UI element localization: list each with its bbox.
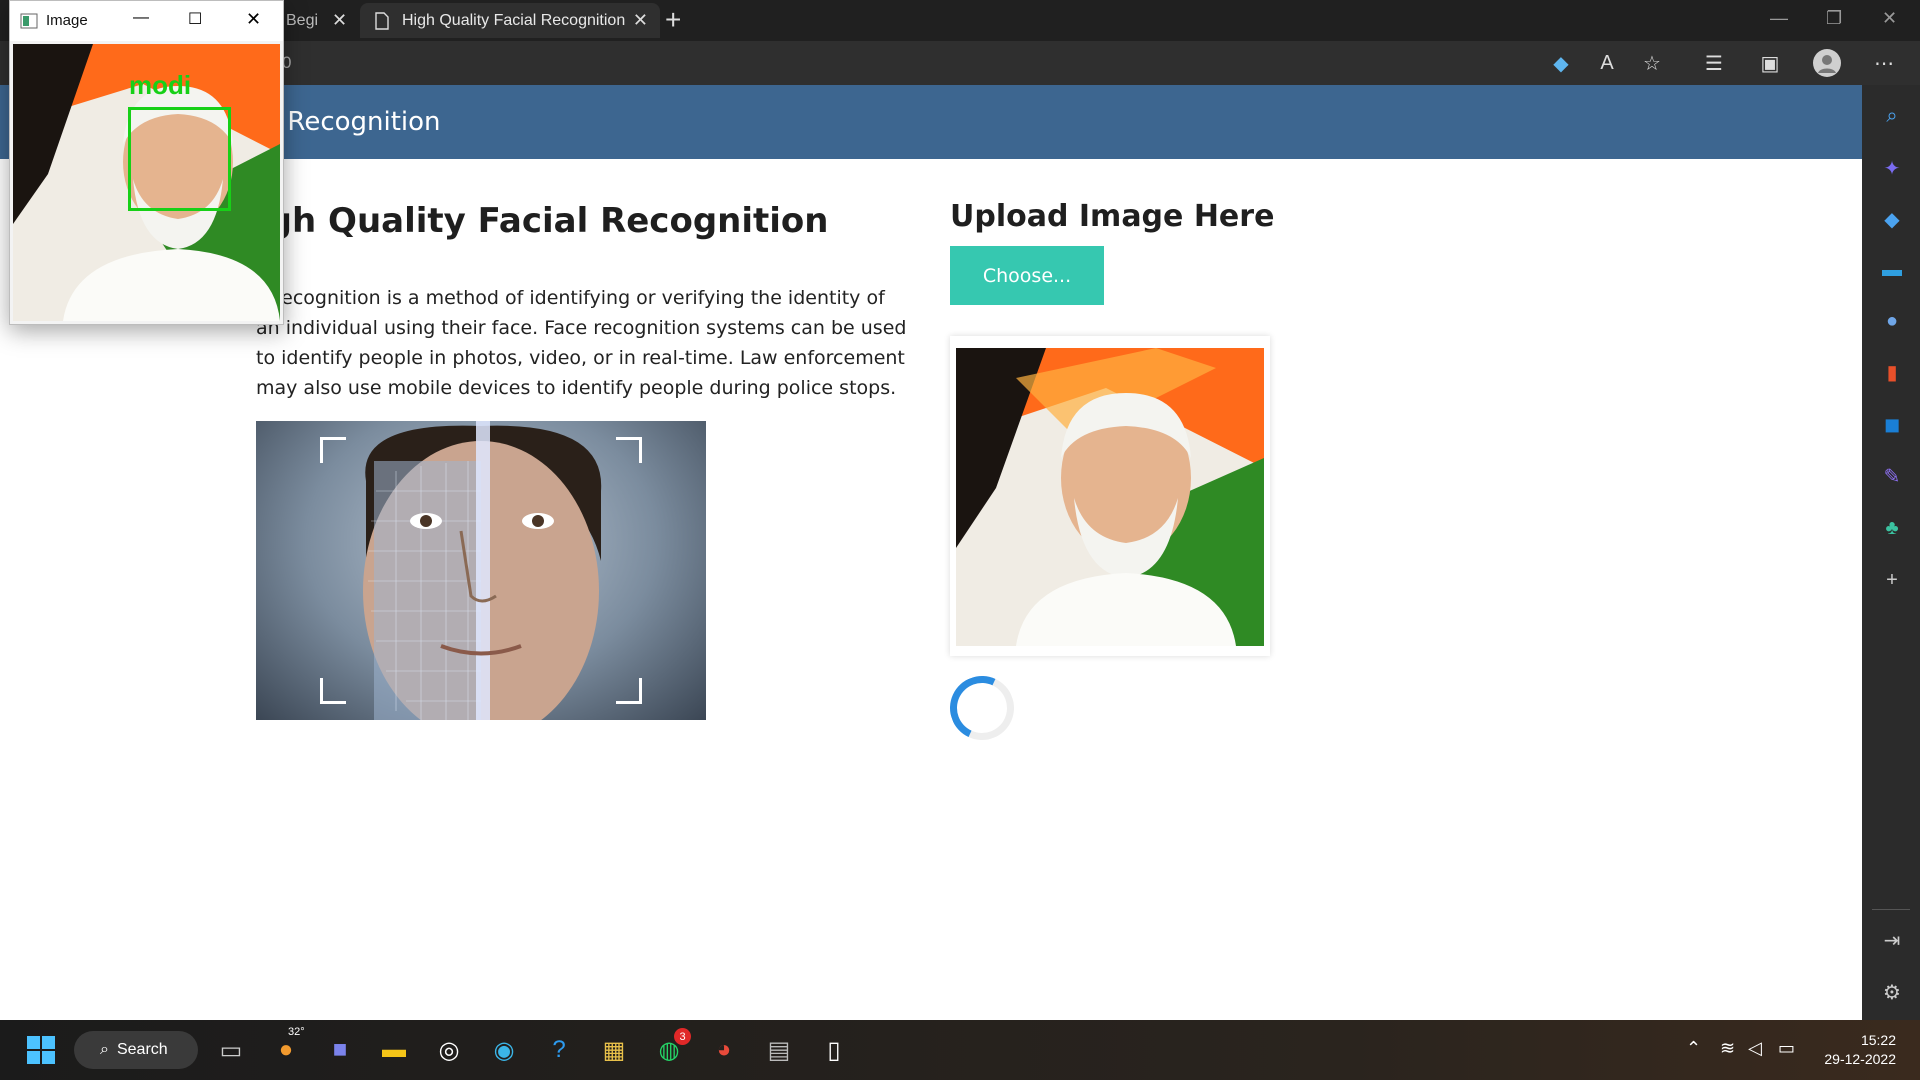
face-scan-image: [256, 421, 706, 720]
image-window-titlebar[interactable]: Image — ☐ ✕: [10, 1, 283, 41]
add-favorite-icon[interactable]: ☆: [1638, 49, 1666, 77]
store-icon[interactable]: ▦: [598, 1034, 630, 1066]
clock-date: 29-12-2022: [1824, 1051, 1896, 1067]
games-icon[interactable]: ●: [1879, 308, 1905, 334]
image-app-icon: [20, 13, 38, 29]
minimize-icon[interactable]: —: [1770, 8, 1788, 29]
add-sidebar-app-icon[interactable]: +: [1879, 567, 1905, 593]
read-aloud-icon[interactable]: A: [1593, 49, 1621, 77]
restore-icon[interactable]: ❐: [1826, 8, 1842, 29]
help-icon[interactable]: ?: [543, 1034, 575, 1066]
tab-label: High Quality Facial Recognition: [402, 11, 626, 29]
document-app-icon[interactable]: ▯: [818, 1034, 850, 1066]
whatsapp-icon[interactable]: ◍ 3: [653, 1028, 691, 1066]
battery-icon[interactable]: ▭: [1778, 1038, 1795, 1059]
collections-icon[interactable]: ▣: [1756, 49, 1784, 77]
page-title: igh Quality Facial Recognition: [256, 201, 829, 241]
image-window: Image — ☐ ✕ modi: [9, 0, 284, 325]
teams-chat-icon[interactable]: ■: [324, 1034, 356, 1066]
loading-spinner: [940, 666, 1024, 750]
image-window-title: Image: [46, 12, 88, 29]
volume-icon[interactable]: ◁: [1748, 1038, 1762, 1059]
profile-avatar-icon[interactable]: [1813, 49, 1841, 77]
show-hidden-icons-icon[interactable]: ⌃: [1686, 1038, 1701, 1059]
edge-browser-icon[interactable]: ◉: [488, 1034, 520, 1066]
search-label: Search: [116, 1041, 168, 1058]
more-menu-icon[interactable]: ⋯: [1870, 49, 1898, 77]
choose-file-button[interactable]: Choose...: [950, 246, 1104, 305]
new-tab-button[interactable]: +: [665, 5, 681, 35]
tab-active[interactable]: High Quality Facial Recognition ✕: [360, 3, 660, 38]
windows-start-icon[interactable]: [25, 1034, 57, 1066]
shopping-tag-icon[interactable]: ◆: [1879, 206, 1905, 232]
detection-image: modi: [13, 44, 280, 321]
search-icon: ⌕: [100, 1041, 109, 1058]
upload-heading: Upload Image Here: [950, 199, 1275, 234]
drop-icon[interactable]: ✎: [1879, 463, 1905, 489]
sidebar-divider: [1872, 909, 1910, 910]
uploaded-image-preview: [950, 336, 1270, 656]
settings-gear-icon[interactable]: ⚙: [1879, 979, 1905, 1005]
scan-corner-top-left: [320, 437, 346, 463]
file-explorer-icon[interactable]: ▬: [378, 1034, 410, 1066]
office-icon[interactable]: ▮: [1879, 359, 1905, 385]
wifi-icon[interactable]: ≋: [1720, 1038, 1735, 1059]
task-view-icon[interactable]: ▭: [215, 1034, 247, 1066]
close-tab-icon[interactable]: ✕: [633, 10, 648, 31]
face-illustration: [363, 421, 602, 720]
tools-icon[interactable]: ▬: [1879, 257, 1905, 283]
coupon-tag-icon[interactable]: ◆: [1547, 49, 1575, 77]
weather-temp: 32°: [288, 1026, 305, 1038]
clock-time: 15:22: [1860, 1032, 1896, 1048]
browser-toolbar: 0 ◆ A ☆ ☰ ▣ ⋯: [0, 41, 1920, 85]
outlook-icon[interactable]: ◼: [1879, 411, 1905, 437]
close-tab-icon[interactable]: ✕: [332, 10, 347, 31]
minimize-icon[interactable]: —: [133, 9, 149, 27]
description-text: e recognition is a method of identifying…: [256, 287, 907, 399]
page-icon: [375, 11, 389, 30]
preview-portrait: [956, 348, 1264, 646]
terminal-icon[interactable]: ▤: [763, 1034, 795, 1066]
tree-icon[interactable]: ♣: [1879, 515, 1905, 541]
maximize-icon[interactable]: ☐: [188, 9, 202, 29]
scan-corner-bottom-left: [320, 678, 346, 704]
taskbar-search[interactable]: ⌕ Search: [74, 1031, 198, 1069]
tab-partial[interactable]: Begi ✕: [282, 3, 350, 38]
weather-icon[interactable]: ● 32°: [270, 1026, 305, 1066]
chrome-icon[interactable]: ◕: [708, 1034, 740, 1066]
search-icon[interactable]: ⌕: [1879, 103, 1905, 129]
detection-label: modi: [129, 70, 192, 100]
face-bounding-box: [128, 107, 231, 211]
app-launcher-icon[interactable]: ◎: [433, 1034, 465, 1066]
notification-badge: 3: [674, 1028, 691, 1045]
tab-label: Begi: [286, 11, 319, 29]
copilot-icon[interactable]: ✦: [1879, 155, 1905, 181]
system-clock[interactable]: 15:22 29-12-2022: [1816, 1031, 1896, 1069]
close-icon[interactable]: ✕: [246, 9, 261, 30]
scan-corner-top-right: [616, 437, 642, 463]
scan-corner-bottom-right: [616, 678, 642, 704]
browser-tab-bar: Begi ✕ High Quality Facial Recognition ✕…: [0, 0, 1920, 41]
hide-sidebar-icon[interactable]: ⇥: [1879, 927, 1905, 953]
edge-sidebar: ⌕ ✦ ◆ ▬ ● ▮ ◼ ✎ ♣ + ⇥ ⚙: [1862, 85, 1920, 1020]
close-window-icon[interactable]: ✕: [1882, 8, 1897, 29]
taskbar: ⌕ Search ▭ ● 32° ■ ▬ ◎ ◉ ? ▦ ◍ 3 ◕ ▤ ▯ ⌃…: [0, 1020, 1920, 1080]
favorites-icon[interactable]: ☰: [1700, 49, 1728, 77]
